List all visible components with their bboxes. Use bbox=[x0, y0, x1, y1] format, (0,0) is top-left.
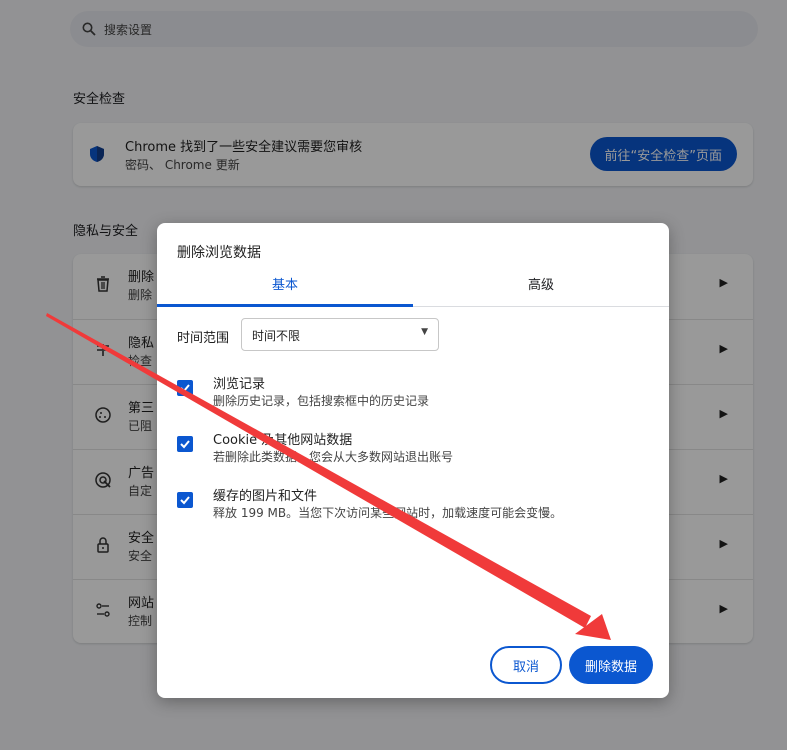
dialog-tabs: 基本 高级 bbox=[157, 273, 669, 307]
option-desc: 释放 199 MB。当您下次访问某些网站时，加载速度可能会变慢。 bbox=[213, 506, 563, 520]
tab-basic[interactable]: 基本 bbox=[157, 273, 413, 307]
option-title: 缓存的图片和文件 bbox=[213, 489, 318, 504]
option-desc: 若删除此类数据，您会从大多数网站退出账号 bbox=[213, 450, 454, 464]
tab-advanced[interactable]: 高级 bbox=[413, 273, 669, 306]
dialog-title: 删除浏览数据 bbox=[177, 245, 261, 261]
browsing-history-checkbox[interactable] bbox=[177, 380, 193, 396]
time-range-value: 时间不限 bbox=[252, 329, 301, 343]
cookies-checkbox[interactable] bbox=[177, 436, 193, 452]
option-title: 浏览记录 bbox=[213, 377, 266, 392]
option-desc: 删除历史记录，包括搜索框中的历史记录 bbox=[213, 394, 430, 408]
delete-data-button[interactable]: 删除数据 bbox=[569, 646, 653, 684]
time-range-select[interactable]: 时间不限 ▼ bbox=[241, 318, 439, 351]
dropdown-arrow-icon: ▼ bbox=[421, 327, 428, 337]
option-title: Cookie 及其他网站数据 bbox=[213, 433, 353, 448]
cancel-button[interactable]: 取消 bbox=[490, 646, 562, 684]
clear-browsing-data-dialog: 删除浏览数据 基本 高级 时间范围 时间不限 ▼ 浏览记录 删除历史记录，包括搜… bbox=[157, 223, 669, 698]
cache-checkbox[interactable] bbox=[177, 492, 193, 508]
time-range-label: 时间范围 bbox=[177, 331, 230, 346]
